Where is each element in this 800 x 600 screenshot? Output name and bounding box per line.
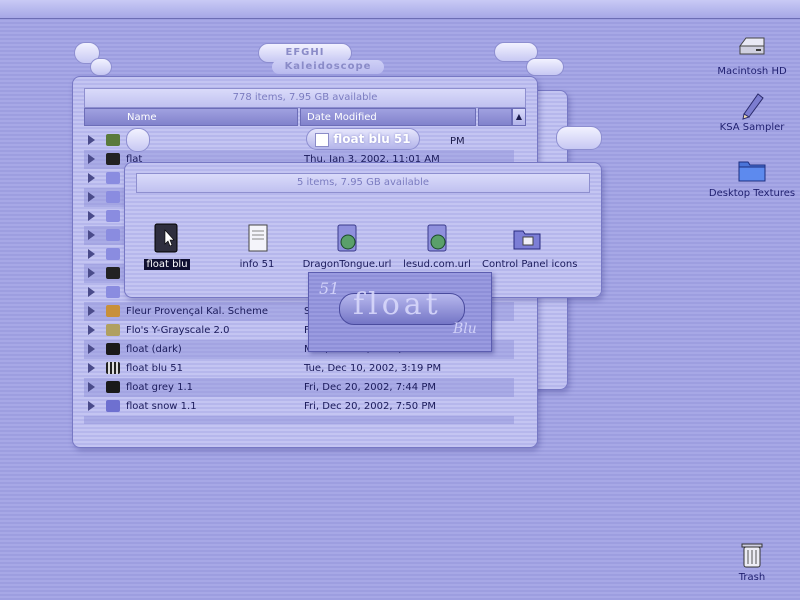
folder-icon xyxy=(106,381,120,393)
window-widget[interactable] xyxy=(126,128,150,152)
disclosure-triangle-icon[interactable] xyxy=(88,211,95,221)
desktop-icon-macintosh-hd[interactable]: Macintosh HD xyxy=(704,32,800,77)
menu-bar[interactable] xyxy=(0,0,800,19)
disclosure-triangle-icon[interactable] xyxy=(88,325,95,335)
desktop-icon-label: KSA Sampler xyxy=(719,122,785,133)
splash-box: float 51 Blu xyxy=(308,272,492,352)
disclosure-triangle-icon[interactable] xyxy=(88,382,95,392)
file-icon xyxy=(106,305,120,317)
disclosure-triangle-icon[interactable] xyxy=(88,268,95,278)
column-header-name-label: Name xyxy=(127,112,157,123)
splash-logo-text: float xyxy=(353,287,442,322)
list-row[interactable]: float blu 51 Tue, Dec 10, 2002, 3:19 PM xyxy=(84,359,514,378)
row-name: Fleur Provençal Kal. Scheme xyxy=(126,306,269,317)
url-file-icon xyxy=(337,224,357,252)
app-cursor-icon xyxy=(154,223,178,253)
icon-item-label: Control Panel icons xyxy=(482,259,578,270)
splash-sub: Blu xyxy=(453,321,477,337)
column-header-date-label: Date Modified xyxy=(307,112,377,123)
row-date: Fri, Dec 20, 2002, 7:50 PM xyxy=(304,401,436,412)
folder-icon xyxy=(106,191,120,203)
folder-icon xyxy=(738,161,766,182)
disclosure-triangle-icon[interactable] xyxy=(88,249,95,259)
column-header-name[interactable]: Name xyxy=(84,108,298,126)
disclosure-triangle-icon[interactable] xyxy=(88,230,95,240)
list-row-partial[interactable] xyxy=(84,416,514,424)
icon-item-label: lesud.com.url xyxy=(403,259,471,270)
file-icon xyxy=(106,134,120,146)
desktop-icon-desktop-textures[interactable]: Desktop Textures xyxy=(704,154,800,199)
disclosure-triangle-icon[interactable] xyxy=(88,344,95,354)
icon-item-lesud-url[interactable]: lesud.com.url xyxy=(392,222,482,270)
file-icon xyxy=(106,153,120,165)
icon-item-label: float blu xyxy=(144,259,190,270)
disclosure-triangle-icon[interactable] xyxy=(88,306,95,316)
icon-item-info-51[interactable]: info 51 xyxy=(212,222,302,270)
icon-window-tab-title: float blu 51 xyxy=(333,132,411,146)
hard-drive-icon xyxy=(739,37,765,55)
window-tab-icon xyxy=(315,132,330,147)
document-icon xyxy=(248,224,268,252)
window-widget[interactable] xyxy=(90,58,112,76)
desktop-icon-label: Macintosh HD xyxy=(717,66,787,77)
back-window-tab-title: EFGHI xyxy=(285,47,325,58)
icon-item-label: DragonTongue.url xyxy=(302,259,392,270)
file-icon xyxy=(106,400,120,412)
desktop-icon-label: Desktop Textures xyxy=(708,188,796,199)
row-name: float blu 51 xyxy=(126,363,184,374)
row-name: float snow 1.1 xyxy=(126,401,197,412)
list-row[interactable]: float grey 1.1 Fri, Dec 20, 2002, 7:44 P… xyxy=(84,378,514,397)
icon-window-info-bar: 5 items, 7.95 GB available xyxy=(136,173,590,193)
folder-icon xyxy=(106,286,120,298)
window-widget[interactable] xyxy=(526,58,564,76)
folder-icon xyxy=(513,230,541,250)
folder-icon xyxy=(106,248,120,260)
column-header-date[interactable]: Date Modified xyxy=(300,108,476,126)
folder-icon xyxy=(106,210,120,222)
icon-window-tab[interactable]: float blu 51 xyxy=(306,128,420,150)
desktop-icon-trash[interactable]: Trash xyxy=(704,538,800,583)
file-icon xyxy=(106,324,120,336)
disclosure-triangle-icon[interactable] xyxy=(88,401,95,411)
file-icon xyxy=(106,362,120,374)
back-window-title: Kaleidoscope xyxy=(272,60,384,74)
disclosure-triangle-icon[interactable] xyxy=(88,173,95,183)
desktop-icon-label: Trash xyxy=(738,572,766,583)
list-row[interactable]: float snow 1.1 Fri, Dec 20, 2002, 7:50 P… xyxy=(84,397,514,416)
app-pen-icon xyxy=(742,93,764,120)
disclosure-triangle-icon[interactable] xyxy=(88,192,95,202)
disclosure-triangle-icon[interactable] xyxy=(88,363,95,373)
row-date-partial: PM xyxy=(450,136,465,147)
icon-item-control-panel-icons[interactable]: Control Panel icons xyxy=(482,222,577,270)
folder-icon xyxy=(106,229,120,241)
window-widget[interactable] xyxy=(556,126,602,150)
icon-item-float-blu[interactable]: float blu xyxy=(122,222,212,270)
row-date: Fri, Dec 20, 2002, 7:44 PM xyxy=(304,382,436,393)
icon-item-label: info 51 xyxy=(239,259,275,270)
desktop-icon-ksa-sampler[interactable]: KSA Sampler xyxy=(704,88,800,133)
disclosure-triangle-icon[interactable] xyxy=(88,135,95,145)
row-date: Tue, Dec 10, 2002, 3:19 PM xyxy=(304,363,442,374)
trash-icon xyxy=(741,543,763,568)
row-name: float grey 1.1 xyxy=(126,382,194,393)
splash-version: 51 xyxy=(319,279,340,298)
list-window-info-bar: 778 items, 7.95 GB available xyxy=(84,88,526,108)
sort-direction-button[interactable]: ▲ xyxy=(512,108,526,126)
disclosure-triangle-icon[interactable] xyxy=(88,154,95,164)
folder-icon xyxy=(106,267,120,279)
folder-icon xyxy=(106,343,120,355)
url-file-icon xyxy=(427,224,447,252)
row-name: Flo's Y-Grayscale 2.0 xyxy=(126,325,230,336)
icon-item-dragontongue-url[interactable]: DragonTongue.url xyxy=(302,222,392,270)
disclosure-triangle-icon[interactable] xyxy=(88,287,95,297)
row-name: float (dark) xyxy=(126,344,182,355)
folder-icon xyxy=(106,172,120,184)
column-header-extra[interactable] xyxy=(478,108,512,126)
